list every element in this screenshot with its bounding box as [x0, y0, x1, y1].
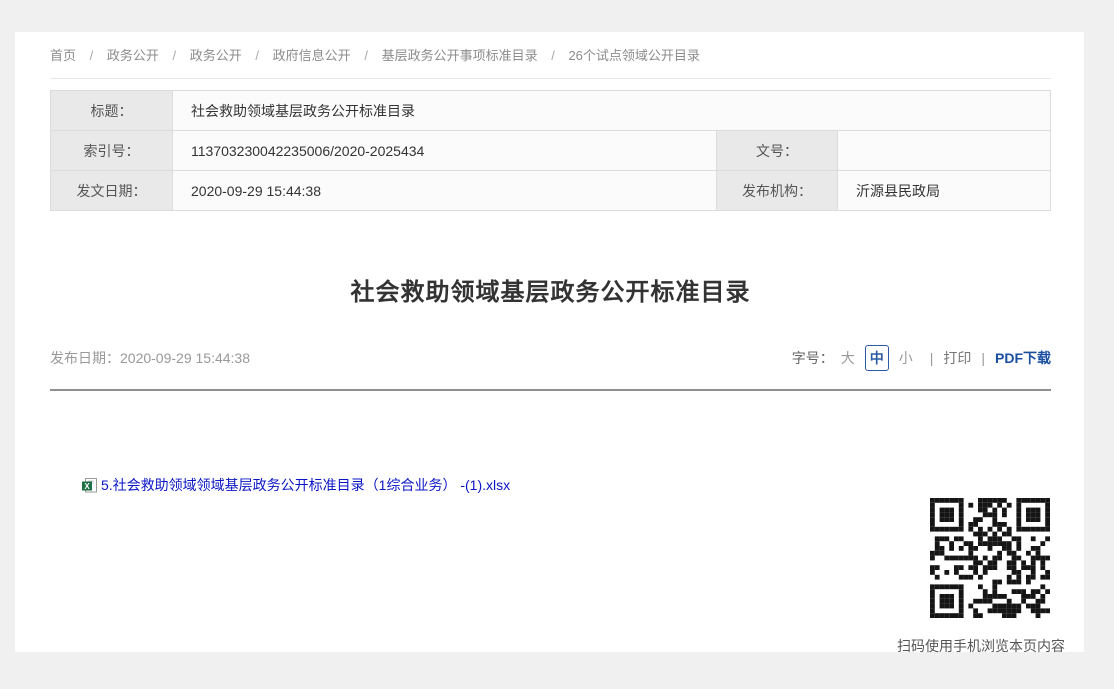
tools-divider: | — [930, 350, 934, 366]
article-content: X 5.社会救助领域领域基层政务公开标准目录（1综合业务） -(1).xlsx … — [50, 391, 1051, 655]
meta-label-doc-number: 文号： — [717, 131, 838, 171]
qr-caption: 扫码使用手机浏览本页内容 — [897, 636, 1065, 656]
meta-label-issue-date: 发文日期： — [51, 171, 173, 211]
meta-value-issue-date: 2020-09-29 15:44:38 — [173, 171, 717, 211]
excel-file-icon: X — [82, 478, 97, 493]
breadcrumb-separator: / — [90, 48, 94, 63]
article-meta-row: 发布日期：2020-09-29 15:44:38 字号： 大 中 小 | 打印 … — [50, 345, 1051, 371]
article-tools: 字号： 大 中 小 | 打印 | PDF下载 — [792, 345, 1051, 371]
breadcrumb: 首页 / 政务公开 / 政务公开 / 政府信息公开 / 基层政务公开事项标准目录… — [50, 32, 1051, 79]
page-title: 社会救助领域基层政务公开标准目录 — [50, 277, 1051, 309]
pdf-download-button[interactable]: PDF下载 — [995, 348, 1051, 368]
attachment-link[interactable]: X 5.社会救助领域领域基层政务公开标准目录（1综合业务） -(1).xlsx — [82, 475, 510, 495]
table-row: 索引号： 113703230042235006/2020-2025434 文号： — [51, 131, 1051, 171]
breadcrumb-separator: / — [364, 48, 368, 63]
breadcrumb-home[interactable]: 首页 — [50, 48, 76, 63]
breadcrumb-zhengwu-gongkai-1[interactable]: 政务公开 — [107, 48, 159, 63]
attachment-file-name[interactable]: 5.社会救助领域领域基层政务公开标准目录（1综合业务） -(1).xlsx — [101, 475, 510, 495]
document-meta-table: 标题： 社会救助领域基层政务公开标准目录 索引号： 11370323004223… — [50, 90, 1051, 211]
meta-value-index-number: 113703230042235006/2020-2025434 — [173, 131, 717, 171]
font-size-label: 字号： — [792, 348, 834, 368]
qr-block: 扫码使用手机浏览本页内容 — [929, 498, 1051, 618]
meta-label-title: 标题： — [51, 91, 173, 131]
breadcrumb-current-page: 26个试点领域公开目录 — [568, 48, 699, 63]
font-size-small-button[interactable]: 小 — [895, 346, 917, 370]
breadcrumb-separator: / — [255, 48, 259, 63]
breadcrumb-separator: / — [551, 48, 555, 63]
publish-date-value: 2020-09-29 15:44:38 — [120, 350, 250, 366]
publish-date: 发布日期：2020-09-29 15:44:38 — [50, 348, 250, 368]
font-size-large-button[interactable]: 大 — [837, 346, 859, 370]
meta-label-publisher: 发布机构： — [717, 171, 838, 211]
meta-value-doc-number — [838, 131, 1051, 171]
meta-label-index-number: 索引号： — [51, 131, 173, 171]
meta-value-publisher: 沂源县民政局 — [838, 171, 1051, 211]
meta-value-title: 社会救助领域基层政务公开标准目录 — [173, 91, 1051, 131]
tools-divider: | — [981, 350, 985, 366]
breadcrumb-standard-catalog[interactable]: 基层政务公开事项标准目录 — [382, 48, 538, 63]
table-row: 标题： 社会救助领域基层政务公开标准目录 — [51, 91, 1051, 131]
svg-text:X: X — [84, 481, 90, 490]
font-size-medium-button[interactable]: 中 — [865, 345, 889, 371]
breadcrumb-separator: / — [173, 48, 177, 63]
table-row: 发文日期： 2020-09-29 15:44:38 发布机构： 沂源县民政局 — [51, 171, 1051, 211]
breadcrumb-zhengwu-gongkai-2[interactable]: 政务公开 — [190, 48, 242, 63]
qr-code — [929, 498, 1051, 618]
print-button[interactable]: 打印 — [943, 348, 971, 368]
breadcrumb-government-info[interactable]: 政府信息公开 — [273, 48, 351, 63]
content-card: 首页 / 政务公开 / 政务公开 / 政府信息公开 / 基层政务公开事项标准目录… — [15, 32, 1084, 652]
publish-date-label: 发布日期： — [50, 350, 120, 366]
